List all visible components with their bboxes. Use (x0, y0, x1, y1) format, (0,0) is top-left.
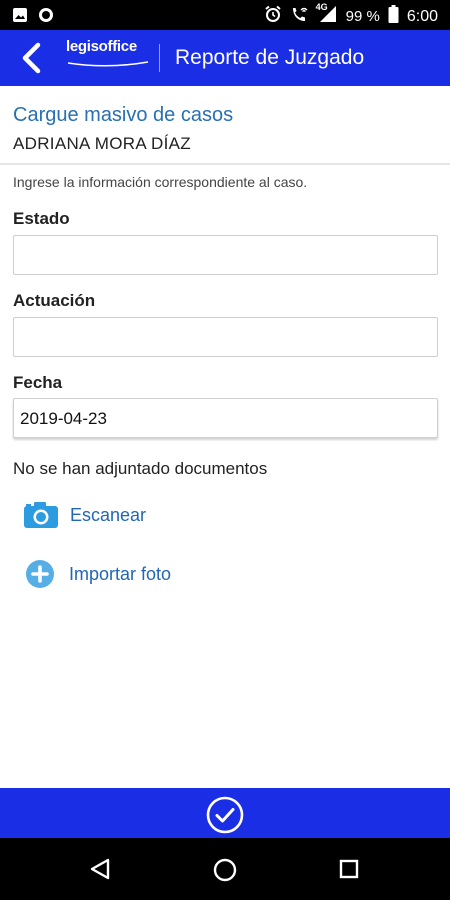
estado-field[interactable] (13, 235, 438, 275)
image-icon (12, 7, 28, 28)
actuacion-field[interactable] (13, 317, 438, 357)
phone-wifi-icon (290, 5, 310, 28)
triangle-back-icon (90, 858, 110, 880)
add-circle-icon (26, 560, 54, 588)
brand-logo: legisoffice (66, 38, 150, 73)
check-circle-icon (206, 796, 244, 834)
clock: 6:00 (406, 7, 438, 25)
instructions-text: Ingrese la información correspondiente a… (13, 174, 308, 190)
fecha-label: Fecha (13, 373, 63, 392)
system-nav-bar (0, 838, 450, 900)
signal-icon: 4G (315, 2, 338, 28)
circle-icon (38, 7, 54, 28)
no-documents-text: No se han adjuntado documentos (13, 459, 268, 478)
scan-label: Escanear (70, 504, 147, 525)
client-name: ADRIANA MORA DÍAZ (13, 134, 191, 153)
bottom-action-bar (0, 788, 450, 838)
app-bar: legisoffice Reporte de Juzgado (0, 30, 450, 86)
status-bar: 4G 99 % 6:00 (0, 0, 450, 30)
brand-name: legisoffice (66, 38, 137, 55)
confirm-button[interactable] (206, 796, 244, 834)
page-title: Reporte de Juzgado (175, 46, 365, 69)
nav-home-button[interactable] (213, 858, 237, 887)
actuacion-label: Actuación (13, 291, 96, 310)
nav-recents-button[interactable] (339, 859, 359, 884)
nav-back-button[interactable] (89, 858, 111, 885)
estado-label: Estado (13, 209, 70, 228)
section-title: Cargue masivo de casos (13, 104, 234, 126)
battery-icon (388, 5, 399, 28)
alarm-icon (264, 5, 282, 28)
header-divider (159, 44, 160, 72)
home-circle-icon (213, 858, 237, 882)
network-type: 4G (315, 2, 328, 12)
battery-percent: 99 % (345, 8, 380, 25)
chevron-left-icon (22, 42, 41, 74)
square-recents-icon (339, 859, 359, 879)
import-photo-label: Importar foto (69, 563, 172, 584)
back-button[interactable] (18, 42, 46, 74)
fecha-field[interactable]: 2019-04-23 (13, 398, 438, 438)
camera-icon (24, 502, 58, 528)
scan-button[interactable]: Escanear (23, 501, 146, 529)
import-photo-button[interactable]: Importar foto (25, 559, 171, 589)
logo-swoosh (67, 61, 149, 67)
divider (0, 163, 450, 165)
